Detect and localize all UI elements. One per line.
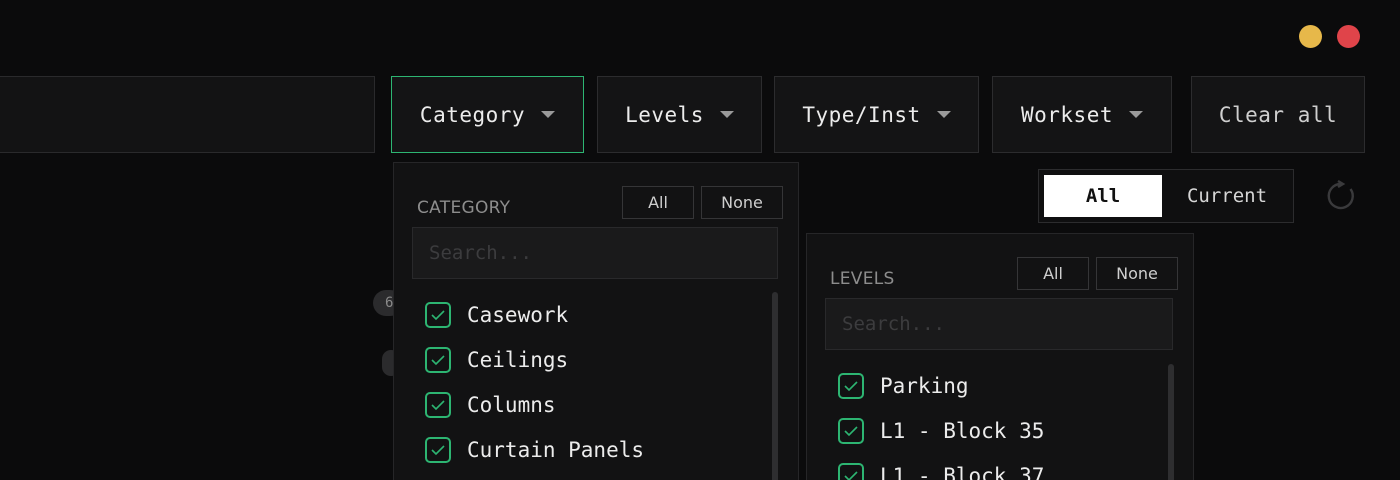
levels-item-label: L1 - Block 35 <box>880 418 1045 443</box>
list-item[interactable]: Casework <box>425 292 644 337</box>
category-select-none-button[interactable]: None <box>701 186 783 219</box>
scope-current-button[interactable]: Current <box>1164 175 1290 217</box>
workset-filter-button[interactable]: Workset <box>992 76 1172 153</box>
check-icon[interactable] <box>838 462 864 480</box>
scope-toggle: All Current <box>1038 169 1294 223</box>
check-icon[interactable] <box>838 372 864 399</box>
minimize-button[interactable] <box>1299 25 1322 48</box>
category-panel-title: CATEGORY <box>417 198 511 218</box>
category-item-label: Columns <box>467 392 556 417</box>
app-root: Category Levels Type/Inst Workset Clear … <box>0 0 1400 480</box>
category-dropdown-panel: CATEGORY All None Search... Casework Cei… <box>393 162 799 480</box>
main-search-input[interactable] <box>0 76 375 153</box>
levels-item-label: L1 - Block 37 <box>880 463 1045 480</box>
check-icon[interactable] <box>425 346 451 373</box>
levels-item-label: Parking <box>880 373 969 398</box>
list-item[interactable]: Columns <box>425 382 644 427</box>
levels-dropdown-panel: LEVELS All None Search... Parking L1 - B… <box>806 233 1194 480</box>
category-filter-label: Category <box>419 102 526 127</box>
levels-select-none-button[interactable]: None <box>1096 257 1178 290</box>
levels-search-input[interactable]: Search... <box>825 298 1173 350</box>
list-item[interactable]: Ceilings <box>425 337 644 382</box>
list-item[interactable]: Curtain Panels <box>425 427 644 472</box>
check-icon[interactable] <box>425 436 451 463</box>
caret-down-icon <box>1129 111 1143 118</box>
scope-all-button[interactable]: All <box>1044 175 1162 217</box>
list-item[interactable]: Parking <box>838 363 1044 408</box>
levels-panel-title: LEVELS <box>830 269 895 289</box>
caret-down-icon <box>936 111 951 118</box>
check-icon[interactable] <box>425 391 451 418</box>
levels-scrollbar[interactable] <box>1168 364 1174 480</box>
check-icon[interactable] <box>425 301 451 328</box>
category-select-all-button[interactable]: All <box>622 186 694 219</box>
list-item[interactable]: L1 - Block 35 <box>838 408 1044 453</box>
workset-filter-label: Workset <box>1020 102 1113 127</box>
close-button[interactable] <box>1337 25 1360 48</box>
caret-down-icon <box>719 111 734 118</box>
category-list: Casework Ceilings Columns Curtain Panels <box>425 292 644 472</box>
levels-list: Parking L1 - Block 35 L1 - Block 37 <box>838 363 1044 480</box>
clear-all-label: Clear all <box>1218 102 1338 127</box>
type-inst-filter-label: Type/Inst <box>802 102 921 127</box>
levels-filter-label: Levels <box>625 102 704 127</box>
refresh-icon[interactable] <box>1325 180 1357 212</box>
clear-all-button[interactable]: Clear all <box>1191 76 1365 153</box>
type-inst-filter-button[interactable]: Type/Inst <box>774 76 979 153</box>
category-item-label: Ceilings <box>467 347 569 372</box>
caret-down-icon <box>541 111 556 118</box>
category-filter-button[interactable]: Category <box>391 76 584 153</box>
category-search-input[interactable]: Search... <box>412 227 778 279</box>
category-item-label: Curtain Panels <box>467 437 645 462</box>
check-icon[interactable] <box>838 417 864 444</box>
levels-filter-button[interactable]: Levels <box>597 76 762 153</box>
list-item[interactable]: L1 - Block 37 <box>838 453 1044 480</box>
category-scrollbar[interactable] <box>772 292 778 480</box>
category-item-label: Casework <box>467 302 569 327</box>
levels-select-all-button[interactable]: All <box>1017 257 1089 290</box>
